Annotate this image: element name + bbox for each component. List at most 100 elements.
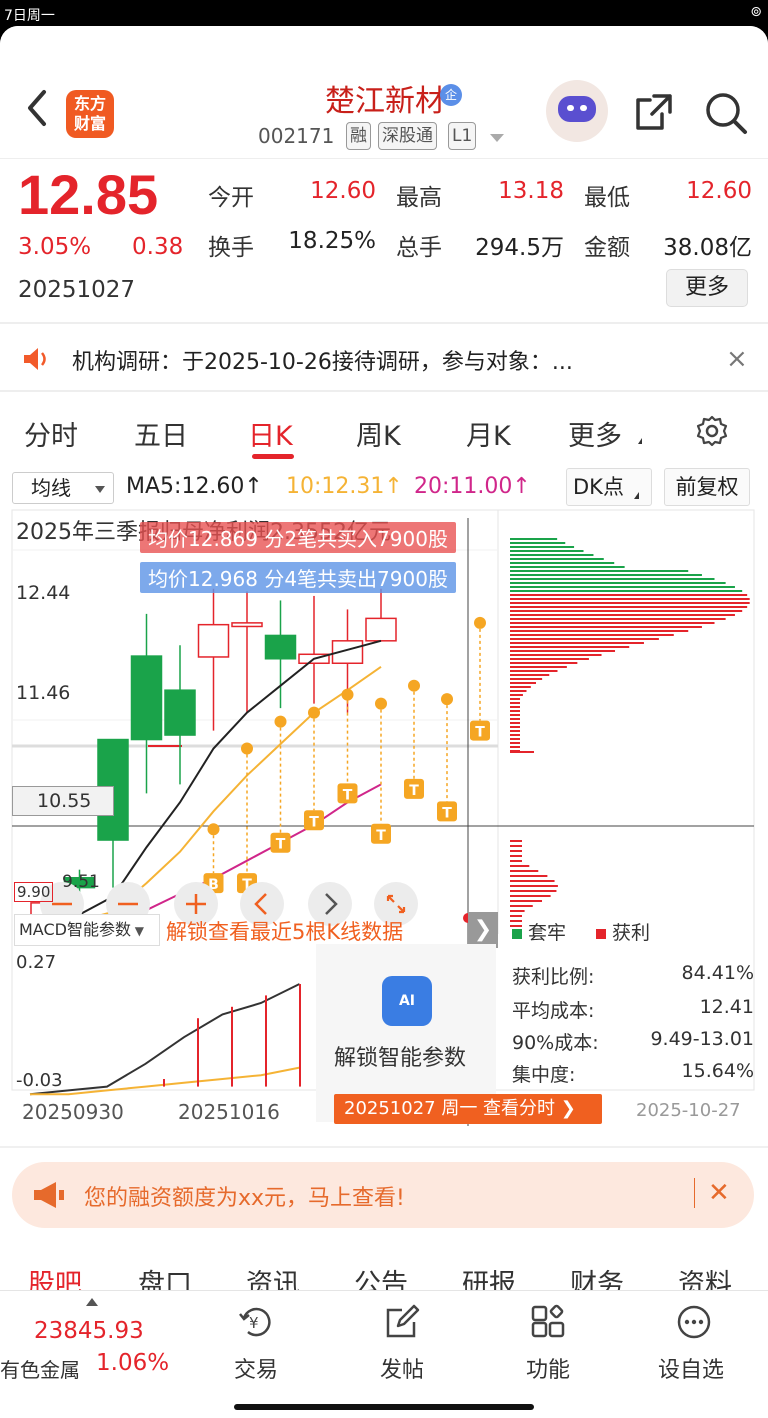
unlock-5k-link[interactable]: 解锁查看最近5根K线数据 (166, 916, 403, 946)
open-label: 今开 (208, 185, 254, 211)
assistant-avatar[interactable] (546, 80, 608, 142)
chip-bar (510, 855, 522, 857)
tab-daily-k[interactable]: 日K (248, 414, 293, 453)
megaphone-icon (34, 1182, 64, 1208)
chip-bar (510, 574, 702, 576)
chip-bar (510, 865, 530, 867)
change-amount: 0.38 (132, 234, 184, 260)
adjust-button[interactable]: 前复权 (664, 468, 750, 506)
sector-change[interactable]: 1.06% (96, 1350, 169, 1376)
nav-post[interactable]: 发帖 (380, 1352, 424, 1384)
status-time: 7日周一 (4, 8, 55, 24)
chip-bar (510, 678, 543, 680)
gear-icon[interactable] (695, 414, 729, 448)
more-dots-icon[interactable] (676, 1304, 712, 1340)
chip-bar (510, 674, 550, 676)
candle-body (231, 622, 263, 628)
active-tab-indicator (252, 454, 294, 459)
chip-bar (510, 630, 689, 632)
high-value: 13.18 (498, 178, 564, 204)
candle-body (197, 623, 230, 658)
marker-label: T (309, 814, 319, 830)
nav-functions[interactable]: 功能 (526, 1352, 570, 1384)
marker-label: T (442, 805, 452, 821)
chip-bar (510, 550, 584, 552)
low-price-label: 9.51 (62, 872, 100, 892)
candle-body (164, 689, 196, 736)
candle-body (264, 634, 297, 660)
grid-icon[interactable] (530, 1304, 566, 1340)
tab-intraday[interactable]: 分时 (24, 414, 78, 453)
promo-divider (694, 1178, 695, 1208)
compose-icon[interactable] (384, 1304, 420, 1340)
sector-name[interactable]: 有色金属 (0, 1354, 80, 1383)
chip-bar (510, 885, 558, 887)
chip-bar (510, 686, 531, 688)
chip-bar (510, 642, 644, 644)
chip-bar (510, 718, 520, 720)
chip-bar (510, 698, 521, 700)
ai-unlock-text[interactable]: 解锁智能参数 (334, 1040, 466, 1072)
marker-label: T (409, 783, 419, 799)
tab-five-day[interactable]: 五日 (134, 414, 188, 453)
sell-tooltip: 均价12.968 分4笔共卖出7900股 (140, 562, 456, 593)
corner-caret-icon (634, 492, 639, 499)
macd-selector[interactable]: MACD智能参数 ▼ (14, 914, 160, 946)
chip-bar (510, 880, 555, 882)
chevron-down-icon[interactable] (490, 134, 504, 142)
amount-label: 金额 (584, 235, 630, 261)
more-quote-button[interactable]: 更多 (666, 269, 748, 307)
stat-90-cost: 9.49-13.01 (650, 1028, 754, 1050)
share-icon[interactable] (632, 90, 676, 134)
chip-bar (510, 606, 748, 608)
chip-bar (510, 542, 566, 544)
x-date-label: 20250930 (22, 1100, 124, 1124)
sector-index-value[interactable]: 23845.93 (34, 1318, 144, 1344)
promo-text[interactable]: 您的融资额度为xx元，马上查看! (84, 1180, 405, 1212)
expand-arrow-button[interactable]: ❯ (468, 912, 498, 948)
back-icon[interactable] (22, 88, 52, 128)
chip-bar (510, 670, 558, 672)
nav-trade[interactable]: 交易 (234, 1352, 278, 1384)
chip-bar (510, 654, 602, 656)
view-intraday-button[interactable]: 20251027 周一 查看分时 ❯ (334, 1094, 602, 1124)
tag-sz-connect: 深股通 (378, 122, 437, 150)
search-icon[interactable] (703, 90, 749, 136)
high-label: 最高 (396, 185, 442, 211)
marker-label: T (376, 828, 386, 844)
marker-dot (474, 616, 486, 629)
volume-label: 总手 (396, 235, 442, 261)
chip-bar (510, 702, 520, 704)
chip-bar (510, 662, 578, 664)
close-notice-icon[interactable]: × (726, 344, 748, 374)
tab-weekly-k[interactable]: 周K (356, 414, 401, 453)
chip-bar (510, 578, 715, 580)
tab-monthly-k[interactable]: 月K (466, 414, 511, 453)
close-promo-icon[interactable]: ✕ (708, 1178, 730, 1208)
dk-point-button[interactable]: DK点 (566, 468, 652, 506)
research-notice[interactable]: 机构调研：于2025-10-26接待调研，参与对象：... (72, 344, 573, 376)
legend-trapped: 套牢 (512, 918, 566, 945)
divider (0, 390, 768, 392)
chip-bar (510, 558, 604, 560)
chip-bar (510, 546, 575, 548)
turnover-value: 18.25% (288, 228, 376, 254)
turnover-label: 换手 (208, 235, 254, 261)
chip-bar (510, 650, 616, 652)
chip-bar (510, 638, 659, 640)
divider (0, 158, 768, 159)
trade-icon[interactable]: ¥ (238, 1304, 274, 1340)
chip-bar (510, 602, 750, 604)
y-label: 11.46 (16, 682, 71, 704)
chip-distribution (510, 538, 750, 927)
tab-more[interactable]: 更多 (568, 414, 622, 453)
up-arrow-icon (86, 1298, 98, 1306)
marker-dot (441, 693, 453, 706)
stat-concentration-label: 集中度: (512, 1064, 576, 1086)
marker-dot (408, 679, 420, 692)
nav-add-watchlist[interactable]: 设自选 (658, 1352, 724, 1384)
divider (0, 322, 768, 324)
speaker-icon (24, 348, 46, 370)
ma-selector[interactable]: 均线 (12, 472, 114, 504)
chip-bar (510, 714, 520, 716)
